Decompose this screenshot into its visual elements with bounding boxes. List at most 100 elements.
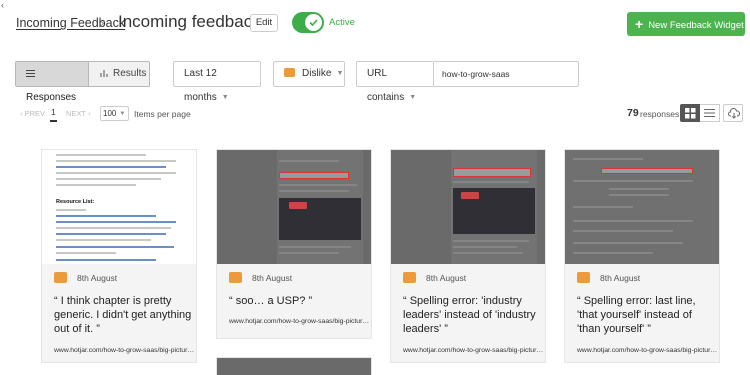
page-title: Incoming feedback xyxy=(118,12,261,31)
text-line xyxy=(56,166,166,168)
text-line xyxy=(573,206,633,208)
tab-responses-label: Responses xyxy=(26,92,77,103)
text-line xyxy=(609,188,669,190)
text-line xyxy=(609,194,669,196)
page-screenshot-thumbnail[interactable] xyxy=(565,150,719,264)
text-line xyxy=(279,190,349,192)
highlight-box xyxy=(453,168,531,177)
text-line xyxy=(56,178,161,180)
page-screenshot-thumbnail[interactable] xyxy=(217,358,371,375)
tab-results-label: Results xyxy=(113,68,147,79)
card-date: 8th August xyxy=(77,273,118,283)
text-line xyxy=(279,184,357,186)
view-mode-tabs: Responses Results xyxy=(15,61,150,103)
per-page-select[interactable]: 100 ▼ xyxy=(100,106,129,121)
feedback-card[interactable]: Resource List: 8th August “ I think chap… xyxy=(41,149,197,363)
feedback-card[interactable]: 8th August “ Spelling error: 'industry l… xyxy=(390,149,546,363)
dislike-face-icon xyxy=(284,68,295,77)
feedback-url[interactable]: www.hotjar.com/how-to-grow-saas/big-pict… xyxy=(54,347,194,354)
breadcrumb-separator-icon: › xyxy=(100,15,105,30)
text-line xyxy=(56,215,156,217)
feedback-quote: “ Spelling error: 'industry leaders' ins… xyxy=(403,295,536,335)
tab-responses[interactable]: Responses xyxy=(16,62,89,103)
text-line xyxy=(56,172,176,174)
list-view-button[interactable] xyxy=(700,104,720,122)
text-line xyxy=(56,246,174,248)
url-filter-dropdown[interactable]: URL contains ▼ xyxy=(356,61,434,103)
screenshot-heading: Resource List: xyxy=(56,199,95,205)
toggle-label: Active xyxy=(329,17,355,28)
text-line xyxy=(56,184,136,186)
next-page-link[interactable]: NEXT › xyxy=(66,109,90,118)
card-meta: 8th August xyxy=(577,272,640,283)
feedback-card[interactable]: 8th August “ Spelling error: last line, … xyxy=(564,149,720,363)
response-count-label: responses xyxy=(640,109,680,119)
text-line xyxy=(56,154,146,156)
page-screenshot-thumbnail[interactable] xyxy=(391,150,545,264)
breadcrumb-link[interactable]: Incoming Feedback xyxy=(16,16,125,30)
card-meta: 8th August xyxy=(54,272,117,283)
download-button[interactable] xyxy=(723,104,743,122)
card-date: 8th August xyxy=(600,273,641,283)
current-page[interactable]: 1 xyxy=(50,107,57,122)
rating-dropdown[interactable]: Dislike ▼ xyxy=(273,61,345,87)
feedback-quote: “ soo… a USP? ” xyxy=(229,295,313,307)
video-logo-icon xyxy=(289,202,307,209)
text-line xyxy=(573,230,673,232)
active-toggle[interactable] xyxy=(292,12,324,33)
text-line xyxy=(453,246,517,248)
dislike-face-icon xyxy=(229,272,242,283)
tab-results[interactable]: Results xyxy=(90,62,150,86)
card-meta: 8th August xyxy=(403,272,466,283)
text-line xyxy=(573,158,643,160)
highlight-box xyxy=(279,172,349,179)
caret-down-icon: ▼ xyxy=(221,94,229,101)
per-page-value: 100 xyxy=(103,109,117,118)
text-line xyxy=(56,233,166,235)
per-page-label: Items per page xyxy=(134,109,191,119)
grid-icon xyxy=(685,108,696,119)
video-logo-icon xyxy=(461,192,479,199)
dislike-face-icon xyxy=(54,272,67,283)
text-line xyxy=(279,252,339,254)
feedback-url[interactable]: www.hotjar.com/how-to-grow-saas/big-pict… xyxy=(403,347,543,354)
date-range-dropdown[interactable]: Last 12 months ▼ xyxy=(173,61,261,103)
response-count: 79 xyxy=(627,107,639,119)
page-screenshot-thumbnail[interactable]: Resource List: xyxy=(42,150,196,264)
feedback-card[interactable]: 8th August “ soo… a USP? ” www.hotjar.co… xyxy=(216,149,372,339)
text-line xyxy=(573,220,693,222)
url-filter-input[interactable] xyxy=(434,61,579,87)
list-icon xyxy=(704,109,715,117)
edit-button[interactable]: Edit xyxy=(250,14,278,32)
text-line xyxy=(56,239,151,241)
caret-down-icon: ▼ xyxy=(336,70,344,77)
card-date: 8th August xyxy=(252,273,293,283)
feedback-card[interactable] xyxy=(216,357,372,375)
check-icon xyxy=(309,19,318,26)
date-range-value: Last 12 months xyxy=(184,68,217,103)
card-meta: 8th August xyxy=(229,272,292,283)
text-line xyxy=(56,221,176,223)
highlight-box xyxy=(601,168,693,174)
caret-down-icon: ▼ xyxy=(119,111,126,117)
dislike-face-icon xyxy=(403,272,416,283)
caret-down-icon: ▼ xyxy=(409,94,417,101)
prev-page-link[interactable]: ‹ PREV xyxy=(20,109,45,118)
text-line xyxy=(56,259,156,261)
feedback-url[interactable]: www.hotjar.com/how-to-grow-saas/big-pict… xyxy=(577,347,717,354)
feedback-url[interactable]: www.hotjar.com/how-to-grow-saas/big-pict… xyxy=(229,318,369,325)
new-feedback-widget-button[interactable]: + New Feedback Widget xyxy=(627,12,745,36)
text-line xyxy=(453,240,529,242)
rating-value: Dislike xyxy=(302,68,332,79)
text-line xyxy=(56,227,171,229)
text-line xyxy=(573,252,653,254)
toggle-knob xyxy=(305,14,322,31)
text-line xyxy=(279,246,351,248)
cloud-download-icon xyxy=(728,108,740,119)
page-screenshot-thumbnail[interactable] xyxy=(217,150,371,264)
grid-view-button[interactable] xyxy=(680,104,700,122)
text-line xyxy=(573,242,683,244)
text-line xyxy=(453,252,523,254)
text-line xyxy=(56,160,176,162)
url-filter-value: URL contains xyxy=(367,68,405,103)
